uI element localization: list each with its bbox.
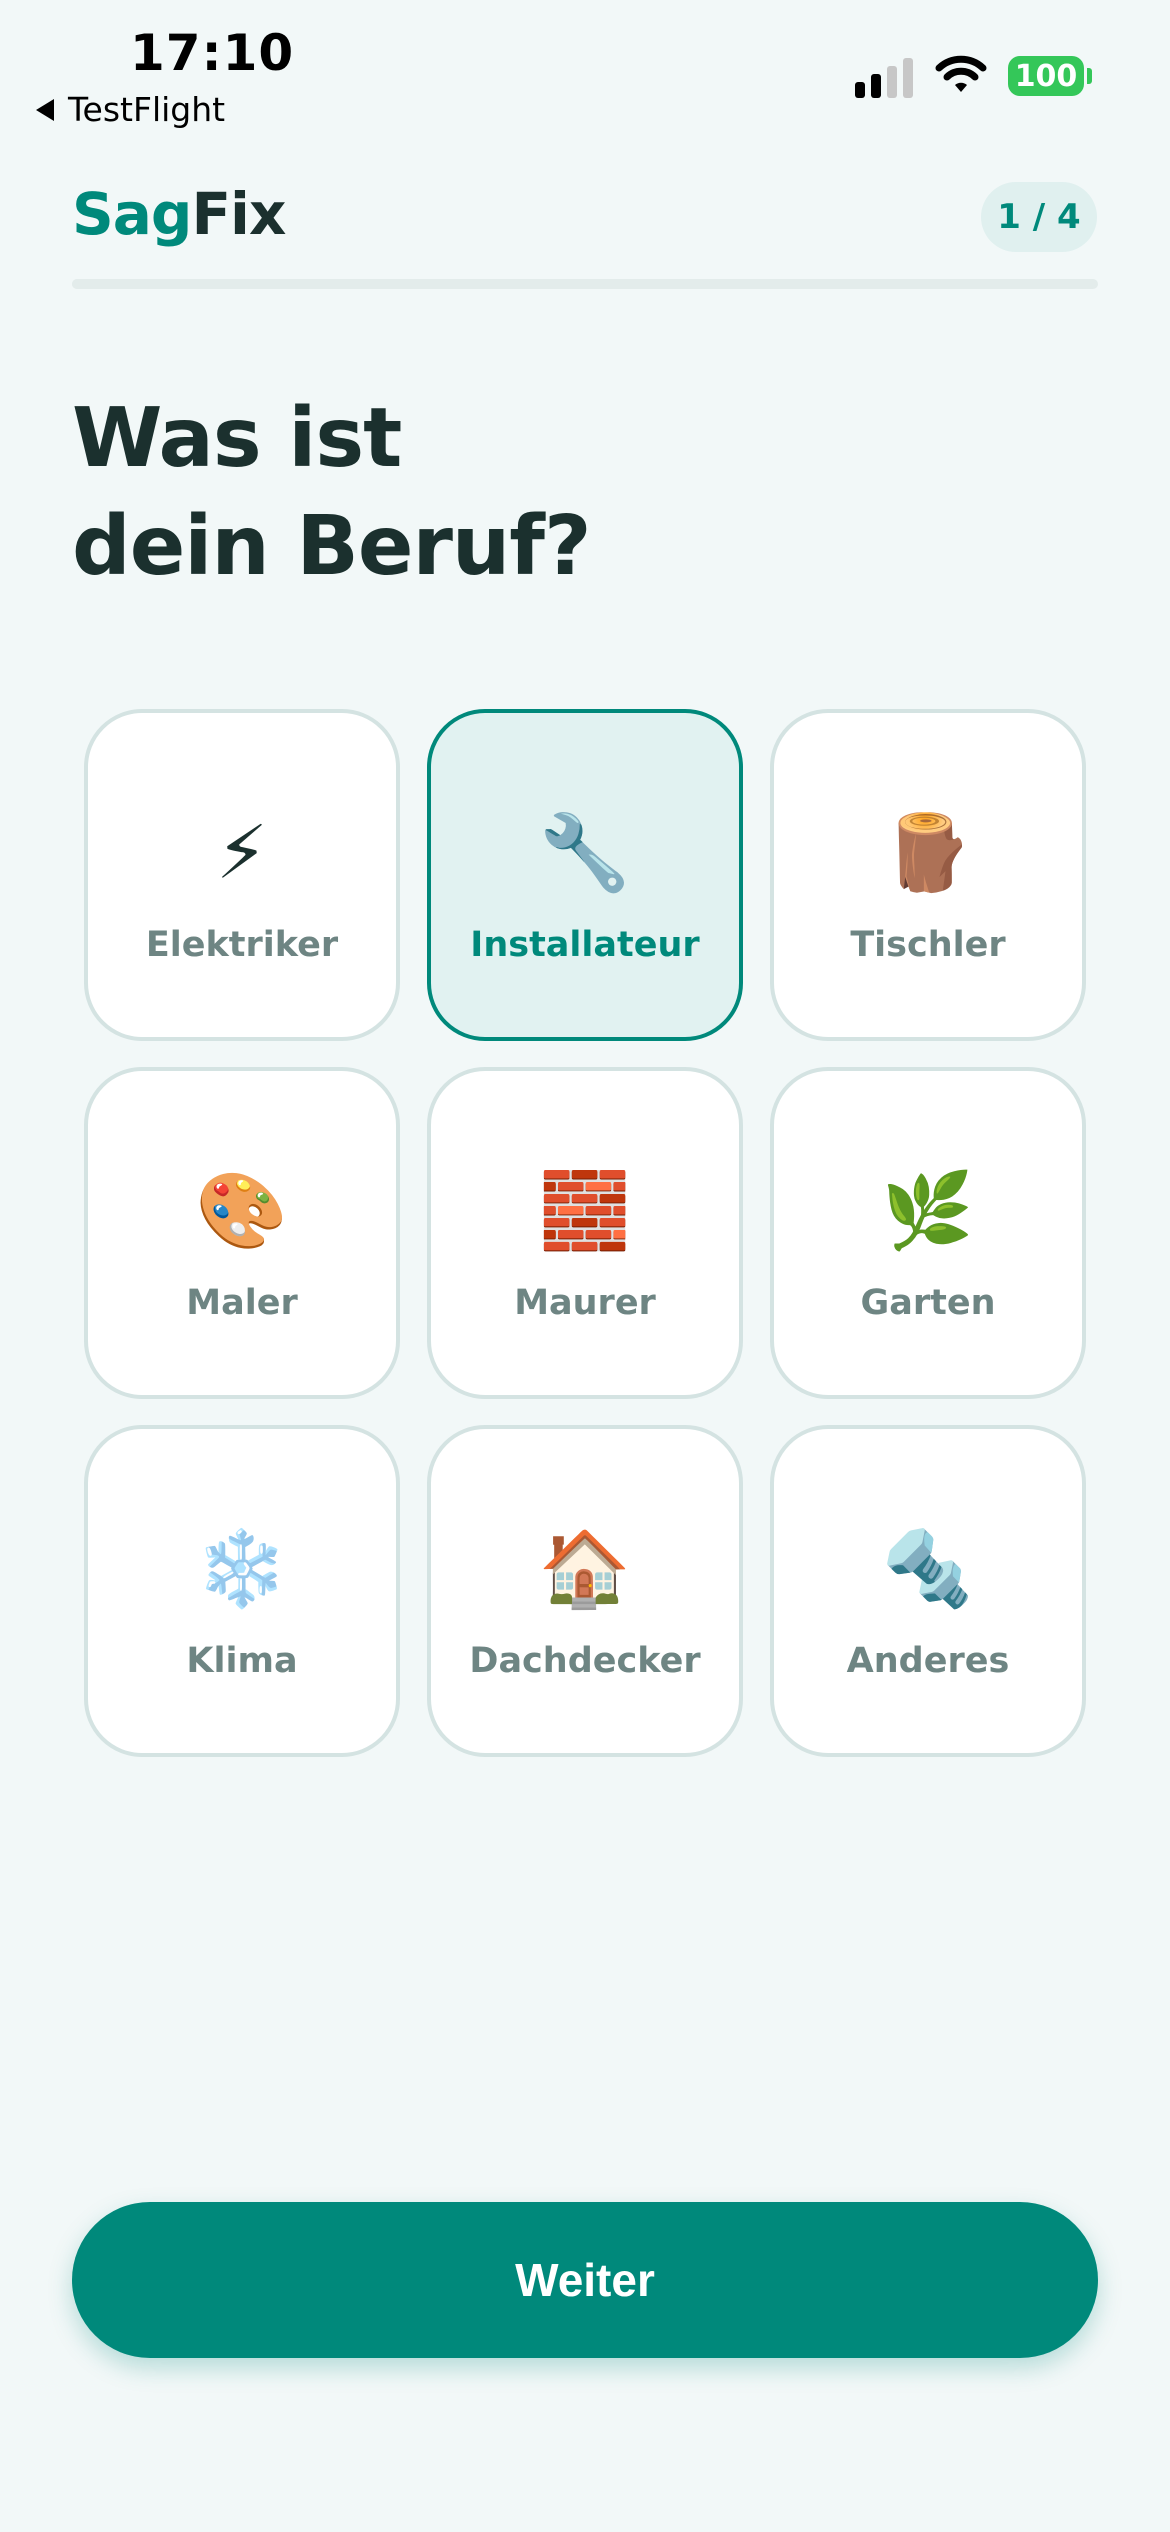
nut-bolt-icon: 🔩	[881, 1526, 975, 1612]
title-line-2: dein Beruf?	[72, 499, 592, 594]
brand-part-fix: Fix	[191, 180, 286, 248]
herb-icon: 🌿	[881, 1168, 975, 1254]
progress-fill	[72, 279, 329, 289]
app-logo: SagFix	[72, 180, 286, 248]
profession-label: Dachdecker	[469, 1641, 701, 1681]
profession-label: Anderes	[846, 1641, 1010, 1681]
profession-grid: ⚡ Elektriker 🔧 Installateur 🪵 Tischler 🎨…	[84, 709, 1086, 1757]
profession-label: Installateur	[470, 925, 700, 965]
profession-card-maurer[interactable]: 🧱 Maurer	[427, 1067, 743, 1399]
signal-icon	[855, 58, 913, 98]
profession-label: Maurer	[514, 1283, 656, 1323]
wifi-icon	[935, 55, 987, 92]
brand-part-sag: Sag	[72, 180, 192, 248]
step-indicator: 1 / 4	[981, 182, 1097, 252]
profession-card-klima[interactable]: ❄️ Klima	[84, 1425, 400, 1757]
profession-card-elektriker[interactable]: ⚡ Elektriker	[84, 709, 400, 1041]
back-label: TestFlight	[68, 90, 226, 129]
profession-card-garten[interactable]: 🌿 Garten	[770, 1067, 1086, 1399]
onboarding-screen: 17:10 TestFlight 100 SagFix 1 / 4 Was is…	[0, 0, 1170, 2532]
progress-bar	[72, 279, 1098, 289]
lightning-icon: ⚡	[216, 810, 268, 896]
profession-label: Elektriker	[145, 925, 339, 965]
palette-icon: 🎨	[195, 1168, 289, 1254]
page-title: Was ist dein Beruf?	[72, 385, 972, 601]
profession-card-tischler[interactable]: 🪵 Tischler	[770, 709, 1086, 1041]
battery-icon: 100	[1008, 56, 1084, 96]
status-time: 17:10	[130, 24, 295, 82]
house-icon: 🏠	[538, 1526, 632, 1612]
profession-label: Tischler	[850, 925, 1006, 965]
profession-label: Maler	[186, 1283, 298, 1323]
profession-card-installateur[interactable]: 🔧 Installateur	[427, 709, 743, 1041]
profession-label: Garten	[860, 1283, 996, 1323]
battery-tip	[1087, 68, 1092, 84]
brick-icon: 🧱	[538, 1168, 632, 1254]
profession-card-dachdecker[interactable]: 🏠 Dachdecker	[427, 1425, 743, 1757]
wrench-icon: 🔧	[538, 810, 632, 896]
wood-icon: 🪵	[881, 810, 975, 896]
profession-label: Klima	[186, 1641, 298, 1681]
profession-card-maler[interactable]: 🎨 Maler	[84, 1067, 400, 1399]
title-line-1: Was ist	[72, 391, 402, 486]
back-to-testflight[interactable]: TestFlight	[36, 90, 225, 129]
snowflake-icon: ❄️	[195, 1526, 289, 1612]
profession-card-anderes[interactable]: 🔩 Anderes	[770, 1425, 1086, 1757]
back-arrow-icon	[36, 98, 54, 121]
continue-button[interactable]: Weiter	[72, 2202, 1098, 2358]
